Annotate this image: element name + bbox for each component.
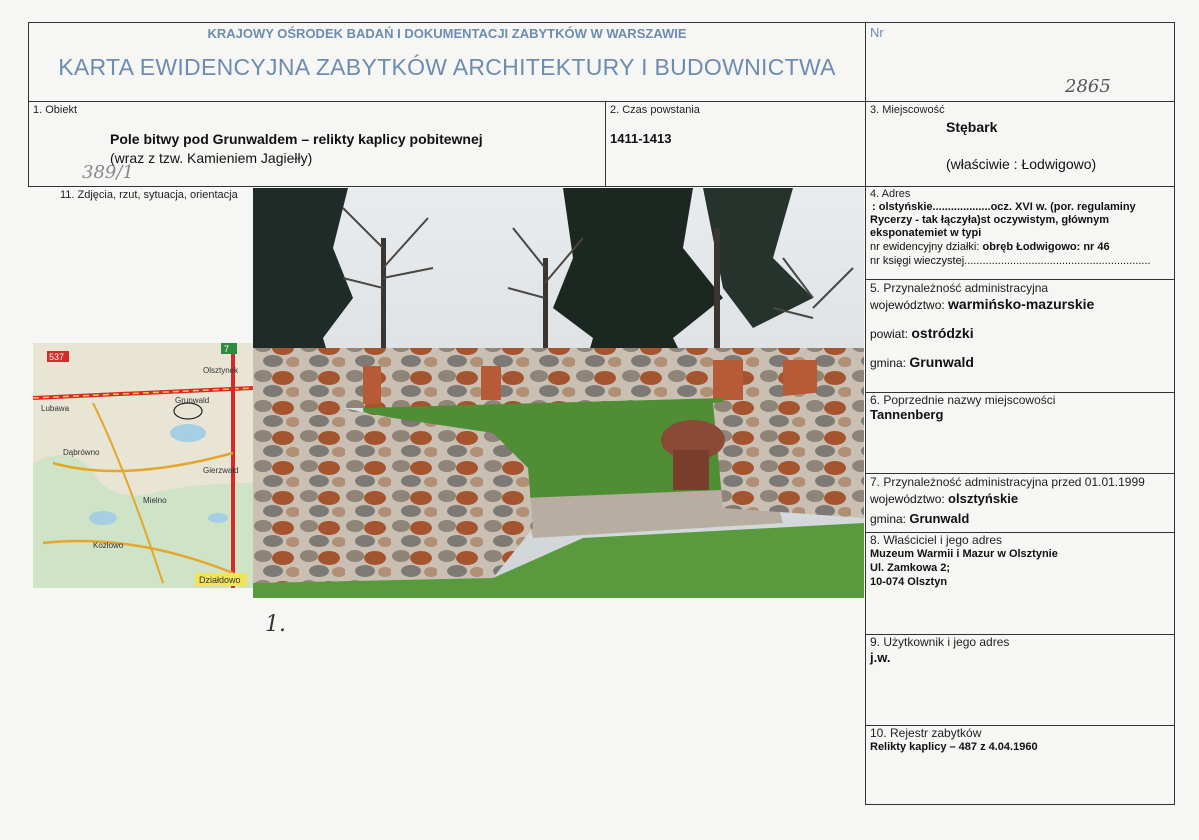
field-2-label: 2. Czas powstania	[610, 104, 700, 116]
field-8-label: 8. Właściciel i jego adres	[870, 533, 1003, 547]
nr-label: Nr	[870, 25, 884, 40]
map-place-label: Olsztynek	[203, 366, 239, 375]
owner-line-2: Ul. Zamkowa 2;	[870, 562, 951, 574]
land-register-dots: ........................................…	[964, 255, 1151, 267]
county: powiat: ostródzki	[870, 325, 974, 341]
chapel-ruins-photo	[253, 188, 864, 598]
field-3-label: 3. Miejscowość	[870, 104, 945, 116]
owner-line-1: Muzeum Warmii i Mazur w Olsztynie	[870, 548, 1058, 560]
parcel-label: nr ewidencyjny działki:	[870, 241, 980, 253]
object-name: Pole bitwy pod Grunwaldem – relikty kapl…	[110, 131, 483, 147]
map-road-label: 537	[49, 352, 64, 362]
map-road-label: 7	[224, 344, 229, 354]
locality-owner-note: (właściwie : Łodwigowo)	[946, 156, 1097, 172]
nr-value: 2865	[1065, 76, 1111, 97]
former-voivodeship-value: olsztyńskie	[948, 491, 1019, 506]
parcel-number: nr ewidencyjny działki: obręb Łodwigowo:…	[870, 240, 1110, 254]
land-register: nr księgi wieczystej....................…	[870, 254, 1151, 268]
county-value: ostródzki	[911, 325, 974, 341]
field-6-label: 6. Poprzednie nazwy miejscowości	[870, 393, 1056, 407]
owner-line-3: 10-074 Olsztyn	[870, 576, 948, 588]
address-line-2: Rycerzy - tak łączyła)st oczywistym, głó…	[870, 214, 1110, 226]
map-place-label: Gierzwałd	[203, 466, 239, 475]
county-label: powiat:	[870, 327, 909, 341]
former-commune: gmina: Grunwald	[870, 511, 969, 526]
field-9-label: 9. Użytkownik i jego adres	[870, 635, 1010, 649]
card-title: KARTA EWIDENCYJNA ZABYTKÓW ARCHITEKTURY …	[58, 54, 836, 80]
user-value: j.w.	[870, 650, 891, 665]
commune-label: gmina:	[870, 356, 907, 370]
address-line-3: eksponatemiet w typi	[870, 227, 982, 239]
map-place-label: Działdowo	[199, 575, 241, 585]
land-register-label: nr księgi wieczystej	[870, 255, 965, 267]
voivodeship: województwo: warmińsko-mazurskie	[870, 296, 1094, 312]
voivodeship-label: województwo:	[870, 298, 945, 312]
field-11-label: 11. Zdjęcia, rzut, sytuacja, orientacja	[60, 189, 238, 201]
commune-value: Grunwald	[909, 354, 974, 370]
voivodeship-value: warmińsko-mazurskie	[948, 296, 1095, 312]
address-line-1: : olstyńskie...................ocz. XVI …	[872, 201, 1136, 213]
nr-box	[865, 22, 1175, 102]
handwritten-number: 389/1	[82, 162, 134, 183]
field-5-label: 5. Przynależność administracyjna	[870, 281, 1049, 295]
commune: gmina: Grunwald	[870, 354, 974, 370]
construction-date: 1411-1413	[610, 131, 672, 146]
map-place-label: Grunwald	[175, 396, 209, 405]
field-4-label: 4. Adres	[870, 188, 911, 200]
former-commune-value: Grunwald	[909, 511, 970, 526]
map-place-label: Mielno	[143, 496, 167, 505]
former-name: Tannenberg	[870, 407, 944, 422]
former-voivodeship: województwo: olsztyńskie	[870, 491, 1018, 506]
institution-name: KRAJOWY OŚRODEK BADAŃ I DOKUMENTACJI ZAB…	[207, 26, 687, 41]
parcel-value: obręb Łodwigowo: nr 46	[982, 241, 1110, 253]
object-subtitle: (wraz z tzw. Kamieniem Jagiełły)	[110, 150, 313, 166]
former-voivodeship-label: województwo:	[870, 492, 945, 506]
field-7-label: 7. Przynależność administracyjna przed 0…	[870, 475, 1145, 489]
field-1-label: 1. Obiekt	[33, 104, 78, 116]
map-place-label: Kozłowo	[93, 541, 124, 550]
register-entry: Relikty kaplicy – 487 z 4.04.1960	[870, 741, 1038, 753]
map-place-label: Dąbrówno	[63, 448, 100, 457]
field-10-label: 10. Rejestr zabytków	[870, 726, 982, 740]
location-map: 537 7 Lubawa Grunwald Olsztynek Dąbrówno…	[33, 343, 253, 588]
locality-name: Stębark	[946, 119, 998, 135]
photo-number: 1.	[265, 612, 286, 637]
map-place-label: Lubawa	[41, 404, 70, 413]
former-commune-label: gmina:	[870, 512, 907, 526]
